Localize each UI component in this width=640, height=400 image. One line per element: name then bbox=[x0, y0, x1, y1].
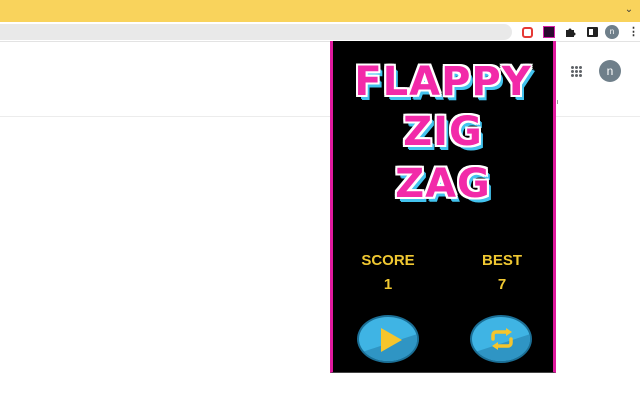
browser-toolbar: n ⋮ bbox=[0, 22, 640, 42]
play-button[interactable] bbox=[357, 315, 419, 363]
score-label: SCORE bbox=[361, 252, 415, 269]
game-title-line-1: FLAPPY bbox=[354, 59, 532, 105]
play-icon bbox=[381, 328, 402, 352]
apps-grid-icon[interactable] bbox=[571, 66, 582, 77]
browser-window: ⌄ n ⋮ n FLAPPY ZIG ZAG SCORE 1 BEST 7 bbox=[0, 0, 640, 400]
avatar[interactable]: n bbox=[605, 25, 619, 39]
replay-icon bbox=[491, 328, 513, 350]
account-avatar[interactable]: n bbox=[599, 60, 621, 82]
replay-button[interactable] bbox=[470, 315, 532, 363]
game-title-line-2: ZIG bbox=[403, 109, 483, 155]
chevron-down-icon[interactable]: ⌄ bbox=[622, 3, 636, 17]
record-extension-icon[interactable] bbox=[520, 25, 534, 39]
address-bar[interactable] bbox=[0, 24, 512, 40]
game-title-line-3: ZAG bbox=[395, 161, 491, 207]
game-extension-icon[interactable] bbox=[542, 25, 556, 39]
game-popup: FLAPPY ZIG ZAG SCORE 1 BEST 7 bbox=[330, 41, 556, 373]
score-value: 1 bbox=[383, 276, 393, 293]
puzzle-icon[interactable] bbox=[563, 25, 577, 39]
tab-strip: ⌄ bbox=[0, 0, 640, 22]
side-panel-icon[interactable] bbox=[585, 25, 599, 39]
best-value: 7 bbox=[497, 276, 507, 293]
best-label: BEST bbox=[481, 252, 522, 269]
kebab-menu-icon[interactable]: ⋮ bbox=[628, 25, 639, 39]
divider-mark bbox=[557, 100, 560, 104]
